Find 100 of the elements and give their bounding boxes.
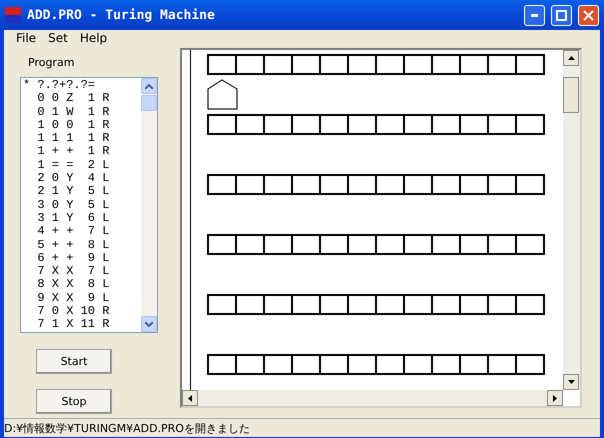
tape-cell [403,54,433,75]
status-bar: D:¥情報数学¥TURINGM¥ADD.PROを開きました [4,418,600,437]
tape-cell [403,174,433,195]
scroll-down-button[interactable] [563,374,579,390]
tape-cell [487,354,517,375]
tape-cell [375,54,405,75]
menu-item[interactable]: Set [42,31,74,47]
program-line: 4 + + 7 L [36,225,110,239]
tape-cell [235,174,265,195]
tape-cell [319,234,349,255]
window-title: ADD.PRO - Turing Machine [27,8,216,22]
tape-cell [459,294,489,315]
tape-cell [291,234,321,255]
start-button[interactable]: Start [36,349,112,374]
triangle-down-icon [568,380,574,384]
tape-cell [403,294,433,315]
scroll-left-button[interactable] [182,390,198,406]
tape-cell [207,54,237,75]
tape-cell [515,354,545,375]
tape-cell [207,114,237,135]
scroll-thumb[interactable] [563,77,579,113]
tape-cell [347,234,377,255]
tape-cell [235,114,265,135]
minimize-icon [531,14,538,16]
chevron-up-icon [145,84,153,88]
maximize-button[interactable] [551,4,572,26]
tape-cell [263,354,293,375]
program-line: 3 0 Y 5 L [36,198,110,212]
tape-cell [431,354,461,375]
tape-cell [207,354,237,375]
tape-cell [487,294,517,315]
tape-cell [319,54,349,75]
tape-cell [431,54,461,75]
tape-cell [235,354,265,375]
scroll-up-button[interactable] [563,50,579,66]
tape-cell [459,354,489,375]
tape-cell [431,234,461,255]
tape-cell [459,234,489,255]
tape-cell [319,354,349,375]
stop-button[interactable]: Stop [36,389,112,414]
tape-cell [515,294,545,315]
tape-cell [319,174,349,195]
tape-cell [515,114,545,135]
tape-cell [235,54,265,75]
close-button[interactable] [578,4,599,26]
scrollbar[interactable] [141,78,157,332]
scroll-right-button[interactable] [547,390,563,406]
tape-cell [431,174,461,195]
tape-cell [347,54,377,75]
program-line: 5 + + 8 L [36,238,110,252]
program-line: 0 1 W 1 R [36,106,110,119]
tape-cell [403,114,433,135]
tape-cell [347,294,377,315]
tape-cell [207,294,237,315]
program-line: 1 + + 1 R [36,145,110,159]
tape-cell [375,174,405,195]
tape-cell [459,114,489,135]
tape-cell [263,114,293,135]
program-line: 8 X X 8 L [36,278,110,292]
tape-cell [291,354,321,375]
tape-cell [207,234,237,255]
tape-cell [235,294,265,315]
tape-cell [347,174,377,195]
minimize-button[interactable] [524,4,545,26]
tape-cell [459,54,489,75]
triangle-up-icon [568,56,574,60]
tape-cell [347,354,377,375]
tape-cell [375,354,405,375]
vertical-scrollbar[interactable] [563,50,580,390]
scroll-thumb[interactable] [141,95,157,111]
program-line: 7 X X 7 L [36,265,110,278]
program-list[interactable]: * ?.?+?.?= 0 0 Z 1 R 0 1 W 1 R 1 0 0 1 R 1 1 1 1 R 1 + + 1 R 1 = = 2 L 2 0 Y 4 L 2 1 Y 5 L 3 0 Y 5 L 3 1 Y 6 L 4 + + 7 L 5 + + 8 L 6 + + 9 L 7 X X 7 L 8 X X 8 L 9 X X 9 L 7 0 X 10 R 7 1 X 11 R [20,77,158,333]
tape-cell [515,54,545,75]
tape-cell [263,234,293,255]
triangle-right-icon [553,394,557,402]
tape-cell [235,234,265,255]
tape-cell [375,234,405,255]
tape-cell [515,234,545,255]
program-line: * ?.?+?.?= [23,79,96,92]
menu-item[interactable]: Help [74,31,114,47]
program-line: 3 1 Y 6 L [36,212,110,226]
program-line: 0 0 Z 1 R [36,92,110,106]
program-line: 9 X X 9 L [36,292,110,306]
tape-cell [291,114,321,135]
tape-cell [403,234,433,255]
chevron-down-icon [145,322,153,326]
menu-item[interactable]: File [10,31,42,47]
triangle-left-icon [188,394,192,402]
tape-cell [375,294,405,315]
program-line: 6 + + 9 L [36,252,110,266]
horizontal-scrollbar[interactable] [182,390,563,406]
tape-cell [487,174,517,195]
tape-cell [319,294,349,315]
maximize-icon [556,10,567,20]
program-label: Program [28,56,74,69]
app-icon [5,7,21,23]
tape-cell [207,174,237,195]
tape-cell [487,114,517,135]
tape-cell [291,174,321,195]
tape-cell [375,114,405,135]
